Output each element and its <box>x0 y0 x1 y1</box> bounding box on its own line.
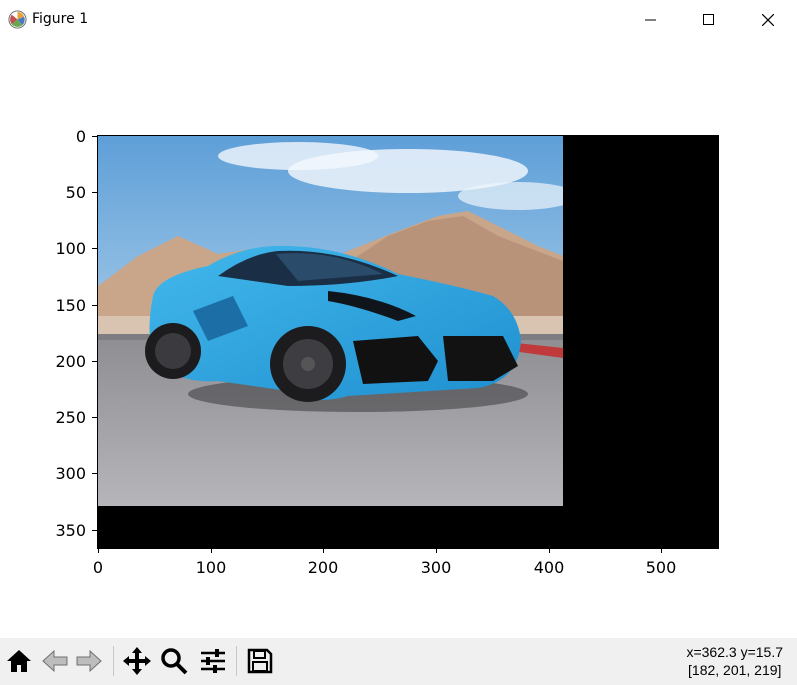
pixel-value: [182, 201, 219] <box>688 662 782 678</box>
x-tick-mark <box>549 548 550 553</box>
x-tick-label: 200 <box>307 558 339 577</box>
x-tick-mark <box>211 548 212 553</box>
navigation-toolbar <box>0 638 797 685</box>
close-icon <box>762 14 774 26</box>
pan-icon <box>123 647 151 675</box>
y-tick-label: 0 <box>75 127 86 146</box>
cursor-coords: x=362.3 y=15.7 <box>686 644 783 660</box>
y-tick-mark <box>92 361 97 362</box>
configure-subplots-icon <box>201 649 225 673</box>
cursor-readout: x=362.3 y=15.7 [182, 201, 219] <box>686 643 783 679</box>
y-tick-label: 200 <box>55 352 86 371</box>
save-button[interactable] <box>243 642 277 680</box>
y-tick-label: 150 <box>55 296 86 315</box>
minimize-icon <box>645 19 656 21</box>
maximize-button[interactable] <box>680 0 738 40</box>
x-tick-label: 300 <box>420 558 452 577</box>
y-tick-mark <box>92 192 97 193</box>
title-bar: Figure 1 <box>0 0 797 40</box>
x-tick-label: 100 <box>195 558 227 577</box>
minimize-button[interactable] <box>622 0 680 40</box>
window-title: Figure 1 <box>32 11 89 27</box>
save-icon <box>247 648 273 674</box>
x-tick-label: 0 <box>92 558 104 577</box>
forward-button[interactable] <box>72 642 106 680</box>
back-button[interactable] <box>38 642 72 680</box>
y-tick-label: 350 <box>55 521 86 540</box>
y-tick-mark <box>92 305 97 306</box>
toolbar-separator <box>113 646 114 676</box>
car-photo <box>98 136 563 506</box>
toolbar-separator <box>236 646 237 676</box>
x-tick-label: 400 <box>533 558 565 577</box>
zoom-icon <box>161 648 188 675</box>
back-icon <box>42 649 68 673</box>
y-tick-mark <box>92 136 97 137</box>
close-button[interactable] <box>739 0 797 40</box>
x-tick-mark <box>436 548 437 553</box>
x-tick-mark <box>323 548 324 553</box>
y-tick-mark <box>92 530 97 531</box>
zoom-button[interactable] <box>157 642 191 680</box>
y-tick-mark <box>92 248 97 249</box>
y-tick-mark <box>92 417 97 418</box>
x-tick-label: 500 <box>645 558 677 577</box>
y-tick-label: 300 <box>55 464 86 483</box>
configure-subplots-button[interactable] <box>196 642 230 680</box>
y-tick-mark <box>92 473 97 474</box>
y-tick-label: 50 <box>65 183 86 202</box>
home-icon <box>7 650 31 672</box>
x-tick-mark <box>661 548 662 553</box>
maximize-icon <box>703 14 714 25</box>
y-tick-label: 250 <box>55 408 86 427</box>
image-plot[interactable] <box>98 136 718 548</box>
x-tick-mark <box>98 548 99 553</box>
y-tick-label: 100 <box>55 239 86 258</box>
forward-icon <box>76 649 102 673</box>
pan-button[interactable] <box>120 642 154 680</box>
matplotlib-logo-icon <box>8 10 27 29</box>
home-button[interactable] <box>2 642 36 680</box>
